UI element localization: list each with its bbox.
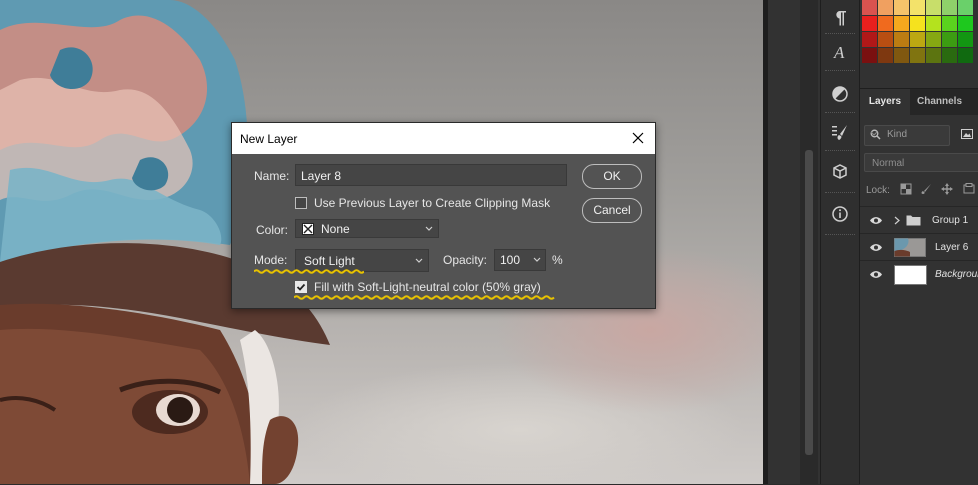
dialog-titlebar[interactable]: New Layer [232, 123, 655, 154]
dialog-title: New Layer [240, 132, 298, 146]
kind-filter-label: Kind [887, 129, 908, 140]
checkmark-icon [296, 283, 306, 291]
layer-name: Background [935, 269, 978, 280]
opacity-field[interactable]: 100 [494, 249, 546, 271]
color-swatch[interactable] [894, 48, 909, 63]
tab-layers[interactable]: Layers [860, 89, 910, 115]
lock-transparent-pixels-icon[interactable] [900, 183, 912, 195]
kind-filter-select[interactable]: Kind [864, 125, 950, 146]
layers-panel: Layers Channels Kind Normal Lock: Group … [860, 88, 978, 485]
chevron-down-icon [415, 258, 423, 263]
color-swatch[interactable] [862, 32, 877, 47]
chevron-down-icon [870, 131, 878, 136]
color-swatch[interactable] [910, 32, 925, 47]
color-swatch[interactable] [958, 32, 973, 47]
color-swatch[interactable] [894, 0, 909, 15]
color-value: None [321, 222, 350, 236]
color-swatch[interactable] [878, 0, 893, 15]
color-swatch[interactable] [862, 48, 877, 63]
layer-row-group-1[interactable]: Group 1 [860, 206, 978, 234]
color-swatch[interactable] [878, 32, 893, 47]
color-swatch[interactable] [942, 48, 957, 63]
color-select[interactable]: None [295, 219, 439, 238]
color-swatch[interactable] [942, 32, 957, 47]
color-swatch[interactable] [910, 0, 925, 15]
fill-neutral-highlight-underline [294, 295, 555, 300]
chevron-right-icon[interactable] [894, 216, 900, 225]
tab-channels[interactable]: Channels [917, 89, 962, 115]
pixel-layer-filter-icon[interactable] [961, 129, 973, 139]
eye-icon[interactable] [869, 270, 883, 279]
brush-settings-icon[interactable] [821, 114, 859, 150]
layer-row-background[interactable]: Background [860, 260, 978, 288]
color-swatch[interactable] [958, 0, 973, 15]
close-icon[interactable] [631, 131, 645, 145]
color-swatch[interactable] [878, 48, 893, 63]
paragraph-icon[interactable] [821, 0, 859, 36]
cancel-button[interactable]: Cancel [582, 198, 642, 223]
character-icon[interactable]: A [821, 34, 859, 70]
clipping-mask-label: Use Previous Layer to Create Clipping Ma… [314, 196, 551, 210]
3d-icon[interactable] [821, 154, 859, 190]
eye-icon[interactable] [869, 243, 883, 252]
color-swatch[interactable] [926, 16, 941, 31]
layer-row-layer-6[interactable]: Layer 6 [860, 233, 978, 261]
clipping-mask-checkbox[interactable] [295, 197, 307, 209]
name-label: Name: [254, 169, 290, 183]
color-swatch[interactable] [926, 48, 941, 63]
panel-icon-column: A [820, 0, 860, 484]
mode-label: Mode: [254, 253, 288, 267]
no-color-swatch-icon [302, 223, 314, 235]
folder-icon [906, 215, 921, 226]
lock-image-pixels-icon[interactable] [920, 183, 932, 195]
color-swatch[interactable] [862, 16, 877, 31]
layers-panel-tabs: Layers Channels [860, 89, 978, 115]
scrollbar-thumb[interactable] [805, 150, 813, 455]
chevron-down-icon[interactable] [533, 257, 541, 263]
blend-mode-select[interactable]: Normal [864, 153, 978, 172]
color-swatch[interactable] [942, 16, 957, 31]
layer-name: Group 1 [932, 215, 969, 226]
fill-neutral-checkbox[interactable] [295, 281, 307, 293]
chevron-down-icon [425, 226, 433, 231]
color-label: Color: [256, 223, 289, 237]
opacity-unit: % [552, 253, 563, 267]
lock-position-icon[interactable] [941, 183, 953, 195]
fill-neutral-label: Fill with Soft-Light-neutral color (50% … [314, 280, 541, 294]
swatches-panel [860, 0, 978, 86]
ok-button[interactable]: OK [582, 164, 642, 189]
layer-name: Layer 6 [935, 242, 969, 253]
color-swatch[interactable] [894, 16, 909, 31]
color-swatch[interactable] [926, 32, 941, 47]
color-swatch[interactable] [910, 48, 925, 63]
svg-text:A: A [833, 43, 845, 61]
name-field[interactable]: Layer 8 [295, 164, 567, 186]
mode-highlight-underline [254, 269, 364, 274]
opacity-label: Opacity: [443, 253, 488, 267]
color-swatch[interactable] [894, 32, 909, 47]
color-swatch[interactable] [862, 0, 877, 15]
color-swatch[interactable] [926, 0, 941, 15]
lock-label: Lock: [866, 185, 890, 196]
color-swatch[interactable] [910, 16, 925, 31]
color-swatch[interactable] [958, 48, 973, 63]
color-swatch[interactable] [942, 0, 957, 15]
mode-value: Soft Light [304, 254, 355, 268]
opacity-value: 100 [500, 253, 521, 267]
adjustments-icon[interactable] [821, 76, 859, 112]
layer-thumbnail [894, 265, 927, 285]
info-icon[interactable] [821, 196, 859, 232]
new-layer-dialog: New Layer Name: Layer 8 Use Previous Lay… [231, 122, 656, 309]
color-swatch[interactable] [878, 16, 893, 31]
prevent-auto-nesting-icon[interactable] [963, 183, 975, 195]
color-swatch[interactable] [958, 16, 973, 31]
eye-icon[interactable] [869, 216, 883, 225]
layer-thumbnail [894, 238, 926, 257]
